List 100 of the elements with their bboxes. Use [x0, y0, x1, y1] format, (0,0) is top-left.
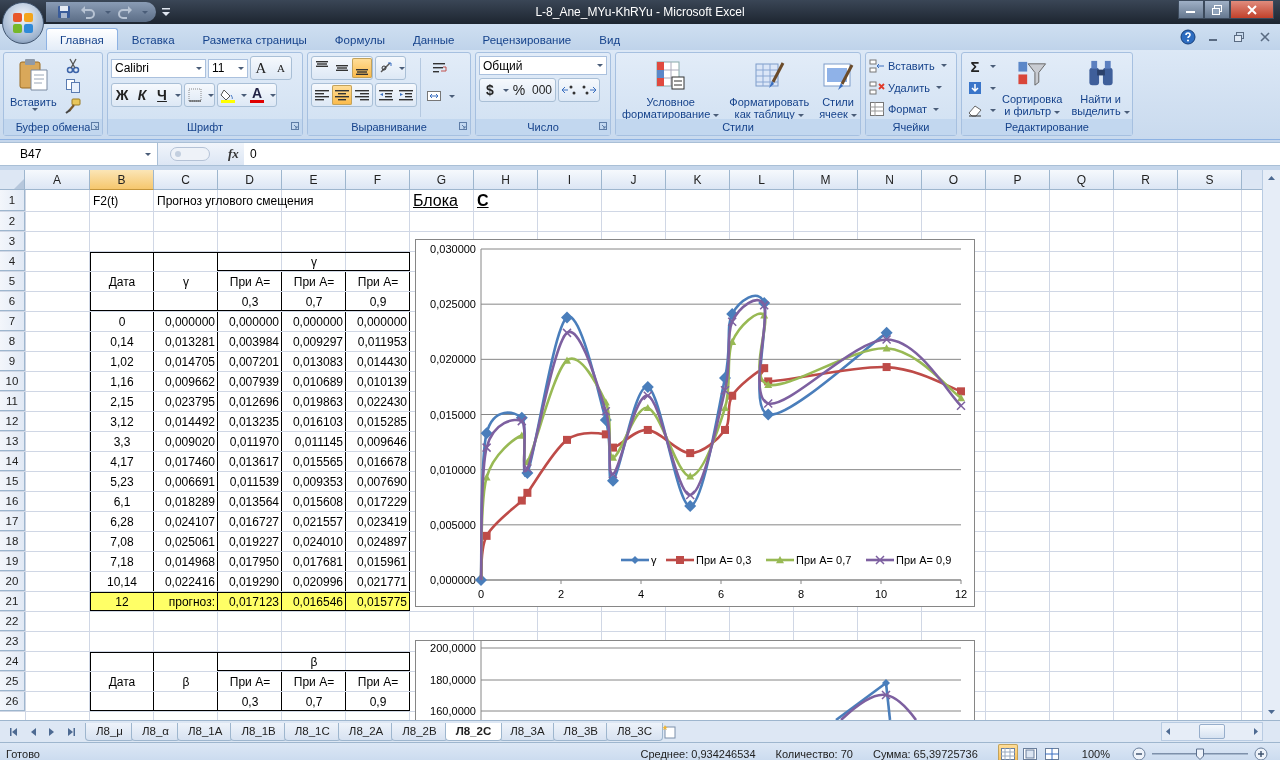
ribbon-tab[interactable]: Вставка	[117, 28, 189, 50]
sheet-tab[interactable]: Л8_3С	[606, 722, 664, 741]
row-number[interactable]: 2	[0, 212, 25, 231]
row-number[interactable]: 24	[0, 652, 25, 671]
table-cell: 0,013564	[218, 492, 282, 511]
column-heading[interactable]: I	[538, 170, 602, 190]
currency-format-button[interactable]: $	[480, 80, 500, 100]
ribbon-tab[interactable]: Разметка страницы	[188, 28, 321, 50]
paste-button[interactable]: Вставить	[7, 56, 60, 119]
column-heading[interactable]: E	[282, 170, 346, 190]
zoom-level[interactable]: 100%	[1081, 747, 1110, 760]
font-size-field[interactable]: 11	[208, 58, 248, 78]
row-number[interactable]: 10	[0, 372, 25, 391]
delete-button[interactable]: Удалить	[869, 77, 947, 98]
row-number[interactable]: 16	[0, 492, 25, 511]
autosum-button[interactable]: Σ	[965, 56, 985, 76]
font-name-field[interactable]: Calibri	[111, 58, 206, 78]
row-number[interactable]: 8	[0, 332, 25, 351]
table-header: При А=	[218, 272, 282, 291]
group-label: Число	[527, 121, 559, 133]
underline-button[interactable]: Ч	[152, 85, 172, 105]
sheet-tab[interactable]: Л8_3А	[499, 722, 556, 741]
table-cell: 0,017681	[282, 552, 346, 571]
column-heading[interactable]: L	[730, 170, 794, 190]
format-button[interactable]: Формат	[869, 99, 947, 119]
sheet-tab[interactable]: Л8_α	[130, 722, 180, 741]
ribbon-tab[interactable]: Главная	[46, 28, 118, 50]
sort-filter-button[interactable]: Сортировка и фильтр	[999, 56, 1066, 119]
table-cell: 0,011539	[218, 472, 282, 491]
row-number[interactable]: 23	[0, 632, 25, 651]
table-cell: 10,14	[90, 572, 154, 591]
column-heading[interactable]: S	[1178, 170, 1242, 190]
find-select-button[interactable]: Найти и выделить	[1068, 56, 1133, 119]
ribbon-tab[interactable]: Вид	[585, 28, 635, 50]
insert-button[interactable]: Вставить	[869, 56, 947, 76]
sheet-tab[interactable]: Л8_2С	[444, 722, 503, 741]
percent-format-button[interactable]: %	[509, 80, 529, 100]
row-number[interactable]: 1	[0, 190, 25, 211]
row-number[interactable]: 4	[0, 252, 25, 271]
row-number[interactable]: 21	[0, 592, 25, 611]
decrease-font-size-button[interactable]: A	[271, 58, 291, 78]
row-number[interactable]: 17	[0, 512, 25, 531]
insert-function-button[interactable]: fx	[228, 146, 239, 162]
number-format-field[interactable]: Общий	[479, 56, 607, 75]
table-header: 0,9	[346, 292, 410, 311]
column-heading[interactable]: K	[666, 170, 730, 190]
row-number[interactable]: 13	[0, 432, 25, 451]
column-heading[interactable]: N	[858, 170, 922, 190]
italic-button[interactable]: К	[132, 85, 152, 105]
table-cell: 0,025061	[154, 532, 218, 551]
row-number[interactable]: 7	[0, 312, 25, 331]
column-heading[interactable]: G	[410, 170, 474, 190]
increase-font-size-button[interactable]: A	[251, 58, 271, 78]
column-heading[interactable]: R	[1114, 170, 1178, 190]
table-cell: 0,017950	[218, 552, 282, 571]
column-heading[interactable]: P	[986, 170, 1050, 190]
axis-tick-label: 10	[874, 588, 888, 600]
table-cell: 5,23	[90, 472, 154, 491]
row-number[interactable]: 26	[0, 692, 25, 711]
row-number[interactable]: 20	[0, 572, 25, 591]
ribbon-tab[interactable]: Формулы	[320, 28, 399, 50]
row-number[interactable]: 5	[0, 272, 25, 291]
ribbon-tab[interactable]: Рецензирование	[468, 28, 586, 50]
sheet-tab[interactable]: Л8_3В	[552, 722, 609, 741]
sheet-heading: C	[477, 191, 489, 210]
column-heading[interactable]: C	[154, 170, 218, 190]
row-number[interactable]: 14	[0, 452, 25, 471]
row-number[interactable]: 19	[0, 552, 25, 571]
formula-field[interactable]: 0	[244, 143, 1280, 165]
row-number[interactable]: 18	[0, 532, 25, 551]
column-heading[interactable]: A	[25, 170, 90, 190]
row-number[interactable]: 22	[0, 612, 25, 631]
row-number[interactable]: 3	[0, 232, 25, 251]
column-heading[interactable]: H	[474, 170, 538, 190]
row-number[interactable]: 11	[0, 392, 25, 411]
group-label: Ячейки	[892, 121, 930, 133]
sheet-tab[interactable]: Л8_1С	[283, 722, 341, 741]
column-heading[interactable]: J	[602, 170, 666, 190]
table-cell: 0,013083	[282, 352, 346, 371]
column-heading[interactable]: D	[218, 170, 282, 190]
table-cell: 0,006691	[154, 472, 218, 491]
sheet-tab[interactable]: Л8_1В	[230, 722, 287, 741]
sheet-tab[interactable]: Л8_2В	[391, 722, 448, 741]
table-cell: 0,020996	[282, 572, 346, 591]
sheet-tab[interactable]: Л8_μ	[85, 722, 134, 741]
row-number[interactable]: 12	[0, 412, 25, 431]
column-heading[interactable]: O	[922, 170, 986, 190]
column-heading[interactable]: F	[346, 170, 410, 190]
table-cell: 0,024897	[346, 532, 410, 551]
bold-button[interactable]: Ж	[112, 85, 132, 105]
column-heading[interactable]: Q	[1050, 170, 1114, 190]
column-heading[interactable]: B	[90, 170, 154, 190]
row-number[interactable]: 15	[0, 472, 25, 491]
table-cell: 0,000000	[154, 312, 218, 331]
row-number[interactable]: 25	[0, 672, 25, 691]
thousands-separator-button[interactable]: 000	[529, 80, 556, 100]
ribbon-tab[interactable]: Данные	[398, 28, 469, 50]
row-number[interactable]: 6	[0, 292, 25, 311]
row-number[interactable]: 9	[0, 352, 25, 371]
column-heading[interactable]: M	[794, 170, 858, 190]
